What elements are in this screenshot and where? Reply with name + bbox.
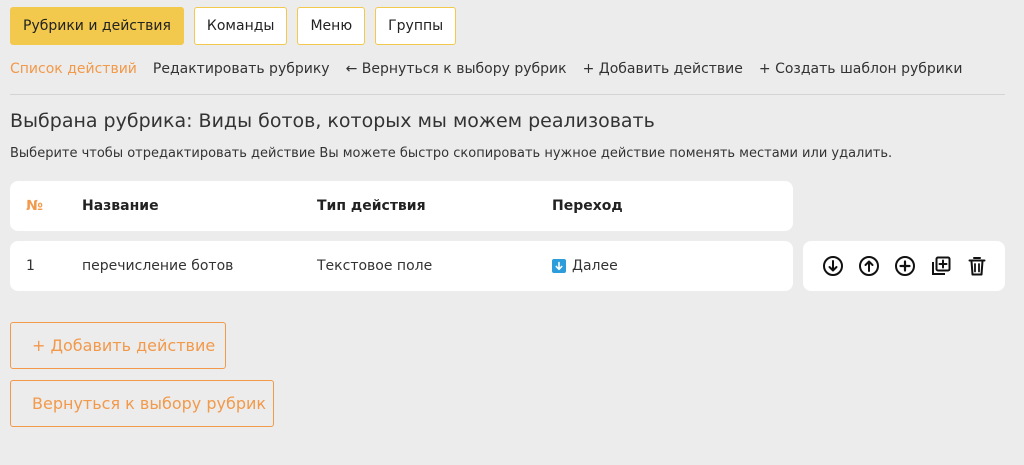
move-up-icon[interactable] xyxy=(858,255,880,277)
row-action-type: Текстовое поле xyxy=(317,258,433,274)
row-name: перечисление ботов xyxy=(82,258,234,274)
header-name: Название xyxy=(82,198,159,214)
subnav-back-to-rubrics[interactable]: ← Вернуться к выбору рубрик xyxy=(346,61,567,77)
arrow-down-square-icon xyxy=(552,259,566,273)
header-number: № xyxy=(26,198,43,214)
page-title: Выбрана рубрика: Виды ботов, которых мы … xyxy=(10,110,655,132)
copy-icon[interactable] xyxy=(930,255,952,277)
row-number: 1 xyxy=(26,258,35,274)
top-tabs: Рубрики и действия Команды Меню Группы xyxy=(10,7,457,45)
add-icon[interactable] xyxy=(894,255,916,277)
page-hint: Выберите чтобы отредактировать действие … xyxy=(10,146,893,161)
header-transition: Переход xyxy=(552,198,623,214)
tab-rubrics-actions[interactable]: Рубрики и действия xyxy=(10,7,184,45)
table-header: № Название Тип действия Переход xyxy=(10,181,793,231)
divider xyxy=(10,94,1005,95)
row-transition: Далее xyxy=(552,241,618,291)
row-actions xyxy=(803,241,1005,291)
subnav-create-template[interactable]: + Создать шаблон рубрики xyxy=(759,61,963,77)
subnav-action-list[interactable]: Список действий xyxy=(10,61,137,77)
move-down-icon[interactable] xyxy=(822,255,844,277)
table-row[interactable]: 1 перечисление ботов Текстовое поле Дале… xyxy=(10,241,793,291)
subnav-edit-rubric[interactable]: Редактировать рубрику xyxy=(153,61,330,77)
back-to-rubrics-button[interactable]: Вернуться к выбору рубрик xyxy=(10,380,274,427)
row-transition-label: Далее xyxy=(572,258,618,274)
subnav-add-action[interactable]: + Добавить действие xyxy=(583,61,743,77)
add-action-button[interactable]: + Добавить действие xyxy=(10,322,226,369)
tab-menu[interactable]: Меню xyxy=(297,7,366,45)
tab-groups[interactable]: Группы xyxy=(375,7,457,45)
delete-icon[interactable] xyxy=(966,255,988,277)
header-action-type: Тип действия xyxy=(317,198,426,214)
sub-navigation: Список действий Редактировать рубрику ← … xyxy=(10,61,962,77)
tab-commands[interactable]: Команды xyxy=(193,7,288,45)
